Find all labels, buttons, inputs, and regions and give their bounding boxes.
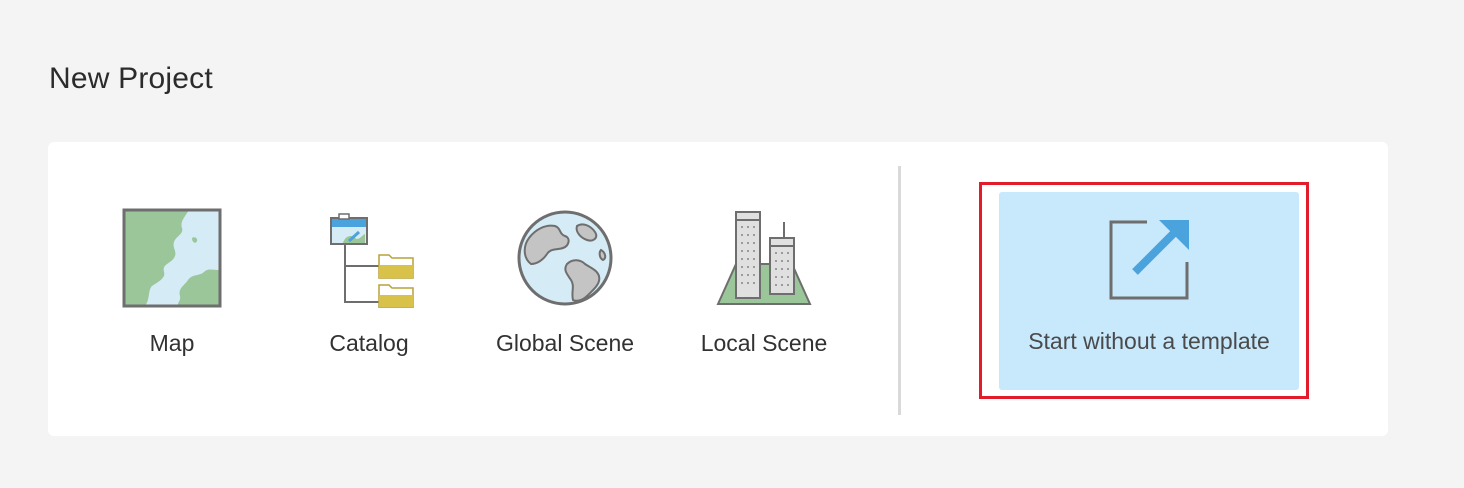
template-tile-catalog[interactable]: Catalog [309,202,429,372]
page-title: New Project [49,62,213,95]
template-label-local-scene: Local Scene [700,330,828,356]
map-icon [122,208,222,308]
divider [898,166,901,415]
selection-highlight [979,182,1309,399]
template-label-catalog: Catalog [329,330,409,356]
template-tile-local-scene[interactable]: Local Scene [688,202,840,372]
catalog-icon [330,213,414,308]
template-tile-map[interactable]: Map [112,202,232,372]
template-label-global-scene: Global Scene [495,330,635,356]
template-tile-global-scene[interactable]: Global Scene [485,202,645,372]
city-buildings-icon [716,211,812,305]
globe-icon [517,210,613,306]
template-label-map: Map [149,330,195,356]
template-panel: Map Catalog Global Scene Local Scene Sta… [48,142,1388,436]
